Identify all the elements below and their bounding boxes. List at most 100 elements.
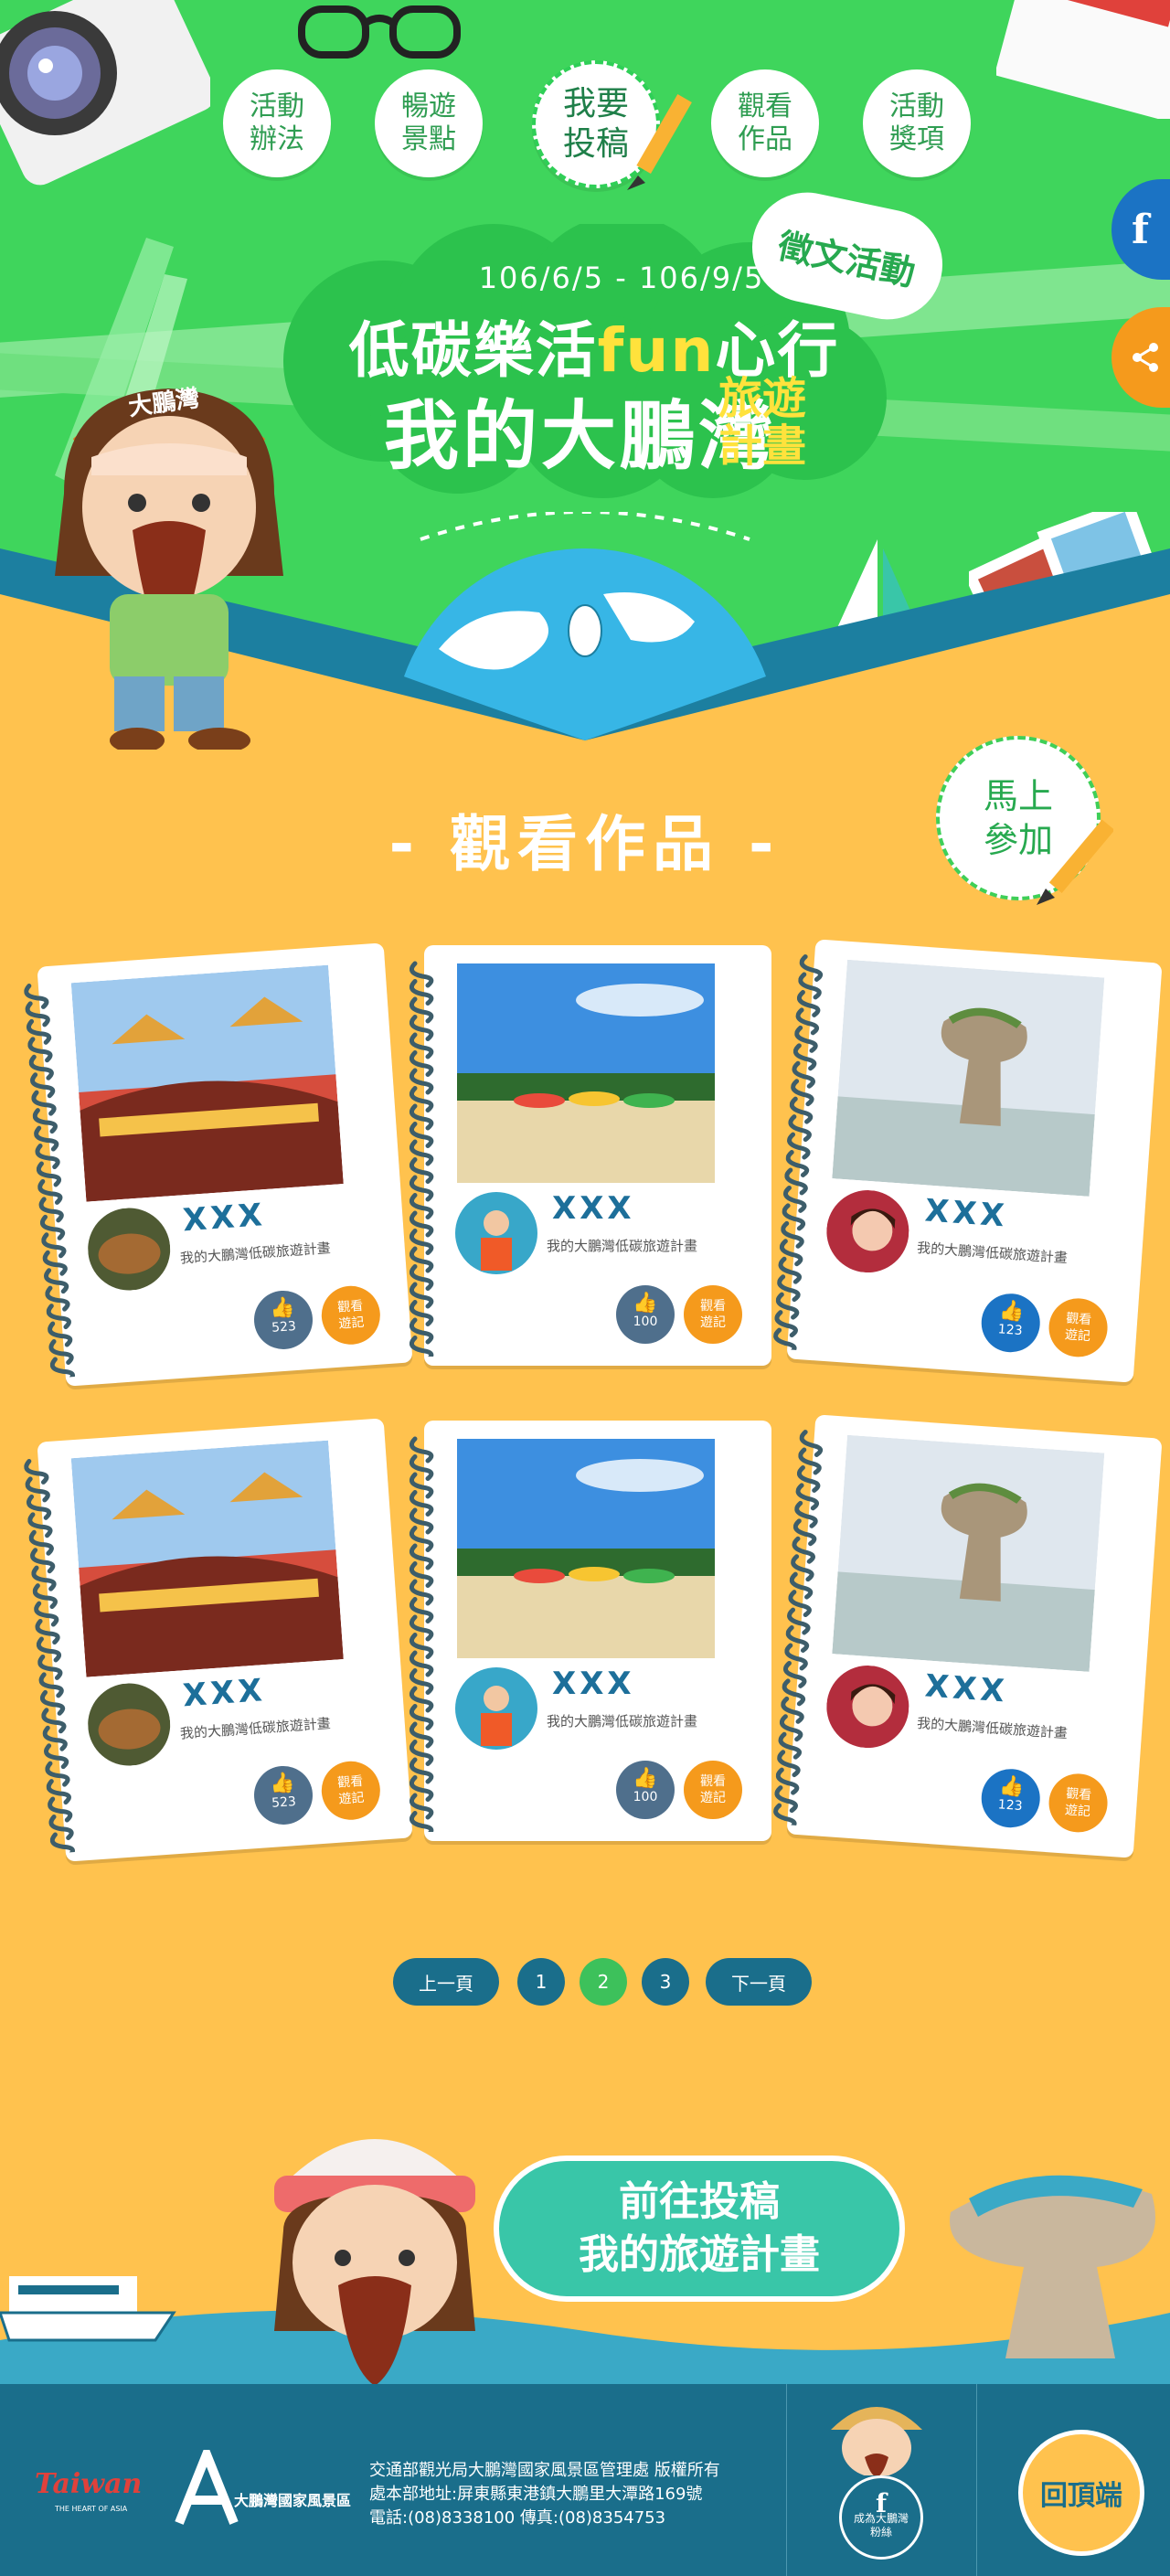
- event-dates: 106/6/5 - 106/9/5: [478, 261, 765, 295]
- like-button[interactable]: 👍 123: [979, 1292, 1042, 1355]
- back-to-top-button[interactable]: 回頂端: [1018, 2430, 1144, 2556]
- spiral-binding: [410, 961, 434, 1357]
- view-travelogue-label: 觀看 遊記: [1064, 1786, 1092, 1820]
- footer-address: 處本部地址:屏東縣東港鎮大鵬里大潭路169號: [369, 2485, 703, 2504]
- work-photo[interactable]: [832, 1434, 1105, 1672]
- nav-works[interactable]: 觀看 作品: [711, 69, 819, 177]
- like-button[interactable]: 👍 100: [616, 1285, 675, 1344]
- like-count: 523: [271, 1319, 297, 1336]
- work-card: XXX 我的大鵬灣低碳旅遊計畫 👍 123 觀看 遊記: [773, 1414, 1163, 1858]
- pagination-next[interactable]: 下一頁: [706, 1958, 812, 2006]
- view-travelogue-label: 觀看 遊記: [700, 1774, 726, 1805]
- author-avatar: [85, 1205, 174, 1293]
- pagination-prev[interactable]: 上一頁: [393, 1958, 499, 2006]
- thumbs-up-icon: 👍: [633, 1292, 658, 1315]
- nav-submit-label: 我要 投稿: [562, 85, 629, 163]
- pagination-page-3-label: 3: [659, 1971, 672, 1993]
- nav-works-label: 觀看 作品: [738, 90, 792, 155]
- like-button[interactable]: 👍 523: [251, 1288, 315, 1352]
- vase-rock-icon: [932, 2157, 1170, 2368]
- dapeng-bay-logo-text: 大鵬灣國家風景區: [234, 2492, 352, 2509]
- work-description: 我的大鵬灣低碳旅遊計畫: [916, 1239, 1069, 1267]
- author-name: XXX: [923, 1192, 1009, 1235]
- author-name: XXX: [181, 1197, 267, 1240]
- ferry-icon: [0, 2240, 183, 2349]
- camera-icon: [0, 0, 216, 201]
- work-description: 我的大鵬灣低碳旅遊計畫: [916, 1714, 1069, 1742]
- nav-awards[interactable]: 活動 獎項: [863, 69, 971, 177]
- submit-plan-button[interactable]: 前往投稿 我的旅遊計畫: [494, 2156, 905, 2302]
- pagination-page-2[interactable]: 2: [580, 1958, 627, 2006]
- view-travelogue-button[interactable]: 觀看 遊記: [319, 1759, 382, 1822]
- pagination-page-3[interactable]: 3: [642, 1958, 689, 2006]
- view-travelogue-label: 觀看 遊記: [336, 1298, 365, 1332]
- footer-divider: [786, 2384, 787, 2576]
- dapeng-bay-logo: 大鵬灣國家風景區: [170, 2442, 353, 2532]
- pagination-next-label: 下一頁: [731, 1972, 786, 1995]
- author-name: XXX: [181, 1672, 267, 1715]
- nav-rules[interactable]: 活動 辦法: [223, 69, 331, 177]
- author-avatar: [455, 1192, 537, 1274]
- view-travelogue-button[interactable]: 觀看 遊記: [684, 1761, 742, 1819]
- like-count: 100: [633, 1790, 658, 1804]
- work-photo[interactable]: [832, 959, 1105, 1197]
- facebook-glyph: f: [1132, 206, 1149, 253]
- work-photo[interactable]: [70, 964, 344, 1202]
- facebook-fan-button[interactable]: f 成為大鵬灣 粉絲: [839, 2475, 923, 2560]
- work-card: XXX 我的大鵬灣低碳旅遊計畫 👍 123 觀看 遊記: [773, 939, 1163, 1383]
- thumbs-up-icon: 👍: [998, 1774, 1026, 1800]
- author-name: XXX: [923, 1667, 1009, 1710]
- like-count: 123: [997, 1322, 1024, 1339]
- work-description: 我的大鵬灣低碳旅遊計畫: [547, 1713, 698, 1730]
- work-description: 我的大鵬灣低碳旅遊計畫: [547, 1238, 698, 1254]
- hero-banner: 活動 辦法 暢遊 景點 我要 投稿 觀看 作品 活動 獎項 f 徵文活動 106…: [0, 0, 1170, 750]
- spiral-binding: [410, 1436, 434, 1832]
- view-travelogue-button[interactable]: 觀看 遊記: [684, 1285, 742, 1344]
- view-travelogue-button[interactable]: 觀看 遊記: [1047, 1772, 1110, 1835]
- back-to-top-label: 回頂端: [1040, 2480, 1122, 2512]
- footer-contact: 電話:(08)8338100 傳真:(08)8354753: [369, 2508, 666, 2528]
- work-photo[interactable]: [457, 963, 715, 1183]
- thumbs-up-icon: 👍: [269, 1772, 296, 1796]
- pagination-page-1-label: 1: [535, 1971, 548, 1993]
- author-name: XXX: [552, 1190, 635, 1227]
- like-button[interactable]: 👍 100: [616, 1761, 675, 1819]
- facebook-icon: f: [875, 2488, 888, 2518]
- facebook-fan-label: 成為大鵬灣 粉絲: [853, 2512, 909, 2539]
- view-travelogue-button[interactable]: 觀看 遊記: [319, 1283, 382, 1347]
- main-title-line2-small: 旅遊計畫: [718, 373, 807, 472]
- submit-plan-label: 前往投稿 我的旅遊計畫: [579, 2178, 820, 2278]
- nav-attractions-label: 暢遊 景點: [401, 90, 456, 155]
- mascot-character: 大鵬灣: [37, 338, 302, 750]
- author-name: XXX: [552, 1666, 635, 1702]
- footer-divider: [976, 2384, 977, 2576]
- thumbs-up-icon: 👍: [269, 1296, 296, 1321]
- pencil-icon: [1031, 814, 1115, 914]
- work-photo[interactable]: [457, 1439, 715, 1658]
- nav-attractions[interactable]: 暢遊 景點: [375, 69, 483, 177]
- view-travelogue-label: 觀看 遊記: [700, 1299, 726, 1330]
- thumbs-up-icon: 👍: [998, 1299, 1026, 1325]
- pagination-page-1[interactable]: 1: [517, 1958, 565, 2006]
- like-button[interactable]: 👍 123: [979, 1767, 1042, 1830]
- like-button[interactable]: 👍 523: [251, 1763, 315, 1827]
- like-count: 523: [271, 1794, 297, 1811]
- work-card: XXX 我的大鵬灣低碳旅遊計畫 👍 100 觀看 遊記: [410, 945, 771, 1366]
- view-travelogue-button[interactable]: 觀看 遊記: [1047, 1296, 1110, 1359]
- spiral-binding: [773, 1430, 824, 1826]
- mascot-mini: [826, 2393, 927, 2477]
- pagination-prev-label: 上一頁: [419, 1972, 473, 1995]
- work-photo[interactable]: [70, 1440, 344, 1677]
- author-avatar: [85, 1680, 174, 1769]
- like-count: 123: [997, 1797, 1024, 1815]
- work-card: XXX 我的大鵬灣低碳旅遊計畫 👍 523 觀看 遊記: [24, 1418, 413, 1862]
- footer-copyright: 交通部觀光局大鵬灣國家風景區管理處 版權所有: [369, 2461, 720, 2480]
- taiwan-logo: Taiwan: [35, 2468, 143, 2500]
- like-count: 100: [633, 1315, 658, 1329]
- spiral-binding: [773, 954, 824, 1351]
- pagination-page-2-label: 2: [597, 1971, 610, 1993]
- author-avatar: [455, 1667, 537, 1750]
- mascot-character-bottom: [247, 2102, 503, 2395]
- nav-awards-label: 活動 獎項: [889, 90, 944, 155]
- pencil-icon: [622, 91, 695, 201]
